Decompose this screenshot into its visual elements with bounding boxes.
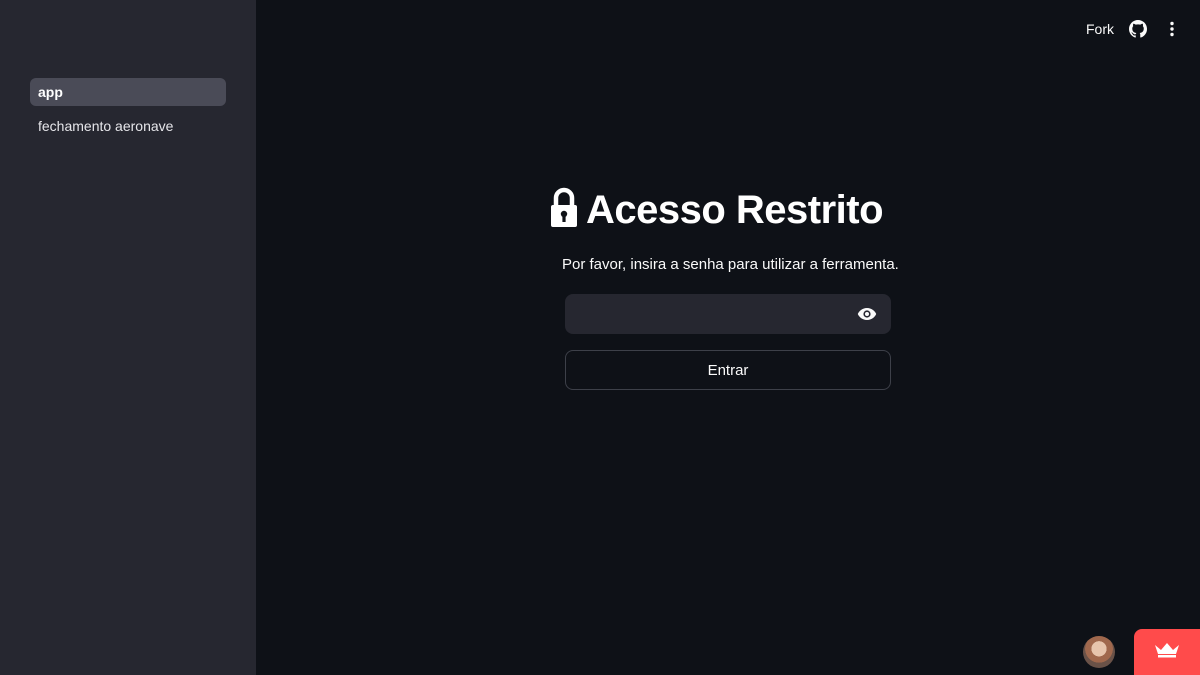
page-title-row: Acesso Restrito bbox=[550, 184, 884, 236]
eye-icon[interactable] bbox=[847, 294, 887, 334]
instruction-text: Por favor, insira a senha para utilizar … bbox=[562, 256, 899, 273]
submit-button[interactable]: Entrar bbox=[565, 350, 891, 390]
fork-button[interactable]: Fork bbox=[1086, 21, 1114, 37]
user-avatar[interactable] bbox=[1083, 636, 1115, 668]
password-field bbox=[565, 294, 891, 334]
top-toolbar: Fork bbox=[1086, 14, 1182, 44]
github-icon[interactable] bbox=[1128, 19, 1148, 39]
vertical-ellipsis-icon[interactable] bbox=[1162, 19, 1182, 39]
crown-badge[interactable] bbox=[1134, 629, 1200, 675]
sidebar-item-app[interactable]: app bbox=[30, 78, 226, 106]
password-input[interactable] bbox=[565, 294, 847, 334]
lock-icon bbox=[550, 187, 578, 234]
sidebar: app fechamento aeronave bbox=[0, 0, 256, 675]
sidebar-nav: app fechamento aeronave bbox=[30, 78, 226, 146]
crown-icon bbox=[1154, 642, 1180, 663]
app-root: app fechamento aeronave Fork Acesso Rest… bbox=[0, 0, 1200, 675]
page-title: Acesso Restrito bbox=[586, 187, 884, 232]
sidebar-item-fechamento-aeronave[interactable]: fechamento aeronave bbox=[30, 112, 226, 140]
